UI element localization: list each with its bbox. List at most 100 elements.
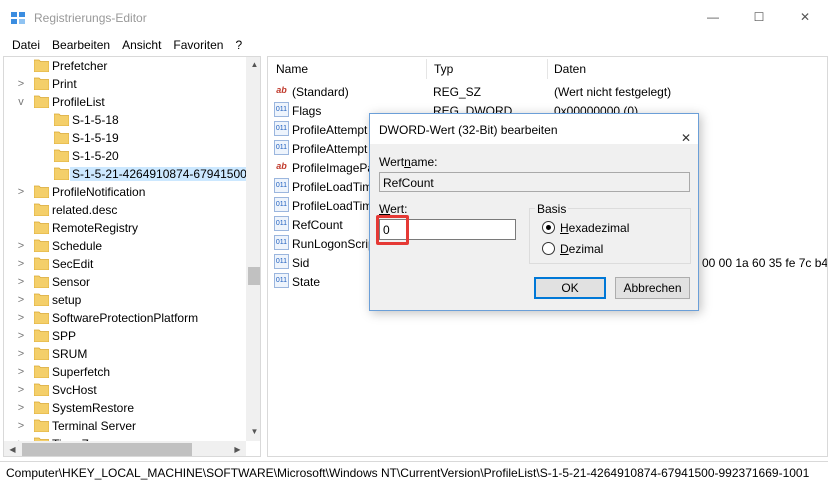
tree-vertical-scrollbar[interactable]: ▲ ▼ bbox=[246, 57, 260, 441]
tree-item[interactable]: > Superfetch bbox=[4, 363, 244, 381]
hexadecimal-radio[interactable] bbox=[542, 221, 555, 234]
folder-icon bbox=[54, 131, 69, 144]
dialog-close-button[interactable]: ✕ bbox=[672, 118, 694, 145]
close-icon: ✕ bbox=[799, 10, 811, 24]
list-row[interactable]: ab (Standard) REG_SZ (Wert nicht festgelegt… bbox=[272, 82, 827, 101]
menu-favoriten[interactable]: Favoriten bbox=[167, 38, 229, 52]
tree-item[interactable]: > SoftwareProtectionPlatform bbox=[4, 309, 244, 327]
value-name: ProfileLoadTim bbox=[292, 199, 373, 213]
tree-item[interactable]: S-1-5-18 bbox=[4, 111, 244, 129]
chevron-right-icon[interactable]: > bbox=[15, 184, 27, 200]
tree-item[interactable]: > SecEdit bbox=[4, 255, 244, 273]
tree-item-label: related.desc bbox=[52, 203, 118, 217]
chevron-right-icon[interactable]: > bbox=[15, 418, 27, 434]
folder-icon bbox=[54, 113, 69, 126]
chevron-right-icon[interactable]: > bbox=[15, 364, 27, 380]
value-data: (Wert nicht festgelegt) bbox=[554, 85, 672, 99]
tree-item[interactable]: S-1-5-21-4264910874-67941500-9 bbox=[4, 165, 260, 183]
tree-item[interactable]: > SPP bbox=[4, 327, 244, 345]
value-name: ProfileLoadTim bbox=[292, 180, 373, 194]
tree-item-label: Schedule bbox=[52, 239, 103, 253]
tree-item-label: SecEdit bbox=[52, 257, 94, 271]
tree-item[interactable]: S-1-5-19 bbox=[4, 129, 244, 147]
chevron-right-icon[interactable]: > bbox=[15, 274, 27, 290]
column-header-data[interactable]: Daten bbox=[554, 62, 586, 76]
tree-item[interactable]: S-1-5-20 bbox=[4, 147, 244, 165]
folder-icon bbox=[34, 203, 49, 216]
menu-help[interactable]: ? bbox=[229, 38, 248, 52]
value-input-highlight bbox=[376, 215, 409, 245]
tree-item[interactable]: > Print bbox=[4, 75, 244, 93]
binary-value-icon: 011 bbox=[274, 178, 289, 193]
scroll-up-icon[interactable]: ▲ bbox=[246, 60, 260, 69]
tree-item-label: S-1-5-21-4264910874-67941500-9 bbox=[70, 167, 260, 181]
chevron-right-icon[interactable]: > bbox=[15, 310, 27, 326]
scroll-left-icon[interactable]: ◀ bbox=[4, 445, 21, 454]
decimal-label[interactable]: Dezimal bbox=[560, 242, 603, 256]
scroll-thumb[interactable] bbox=[22, 443, 192, 456]
folder-icon bbox=[54, 149, 69, 162]
tree-item-label: S-1-5-18 bbox=[72, 113, 119, 127]
chevron-right-icon[interactable]: > bbox=[15, 346, 27, 362]
column-divider[interactable] bbox=[426, 59, 427, 79]
tree-item-label: Superfetch bbox=[52, 365, 111, 379]
menu-bar: Datei Bearbeiten Ansicht Favoriten ? bbox=[0, 34, 828, 56]
tree-item[interactable]: > SvcHost bbox=[4, 381, 244, 399]
tree-item-label: ProfileList bbox=[52, 95, 105, 109]
minimize-button[interactable]: — bbox=[690, 0, 736, 34]
chevron-down-icon[interactable]: v bbox=[15, 94, 27, 110]
binary-value-icon: 011 bbox=[274, 121, 289, 136]
menu-bearbeiten[interactable]: Bearbeiten bbox=[46, 38, 116, 52]
tree-item[interactable]: > Terminal Server bbox=[4, 417, 244, 435]
tree-item-label: Print bbox=[52, 77, 77, 91]
column-header-name[interactable]: Name bbox=[276, 62, 308, 76]
minimize-icon: — bbox=[707, 10, 719, 24]
tree-item[interactable]: > SystemRestore bbox=[4, 399, 244, 417]
chevron-right-icon[interactable]: > bbox=[15, 400, 27, 416]
tree-item[interactable]: > ProfileNotification bbox=[4, 183, 244, 201]
chevron-right-icon[interactable]: > bbox=[15, 256, 27, 272]
close-button[interactable]: ✕ bbox=[782, 0, 828, 34]
menu-datei[interactable]: Datei bbox=[6, 38, 46, 52]
ok-button[interactable]: OK bbox=[534, 277, 606, 299]
value-name-field: RefCount bbox=[379, 172, 690, 192]
basis-groupbox bbox=[529, 208, 691, 264]
title-bar: Registrierungs-Editor — ☐ ✕ bbox=[0, 0, 828, 34]
folder-icon bbox=[34, 59, 49, 72]
chevron-right-icon[interactable]: > bbox=[15, 76, 27, 92]
tree-item[interactable]: > SRUM bbox=[4, 345, 244, 363]
tree-horizontal-scrollbar[interactable]: ◀ ▶ bbox=[4, 441, 246, 456]
chevron-right-icon[interactable]: > bbox=[15, 328, 27, 344]
hexadecimal-label[interactable]: Hexadezimal bbox=[560, 221, 629, 235]
chevron-right-icon[interactable]: > bbox=[15, 382, 27, 398]
tree-item-label: SystemRestore bbox=[52, 401, 135, 415]
scroll-thumb[interactable] bbox=[248, 267, 260, 285]
scroll-right-icon[interactable]: ▶ bbox=[229, 445, 246, 454]
basis-label: Basis bbox=[535, 202, 569, 216]
registry-tree[interactable]: Prefetcher > Print v ProfileList S-1-5-18 S-1-… bbox=[3, 56, 261, 457]
decimal-radio[interactable] bbox=[542, 242, 555, 255]
folder-icon bbox=[34, 77, 49, 90]
tree-item[interactable]: > Sensor bbox=[4, 273, 244, 291]
tree-item[interactable]: related.desc bbox=[4, 201, 244, 219]
value-name: State bbox=[292, 275, 321, 289]
tree-item[interactable]: > Schedule bbox=[4, 237, 244, 255]
binary-value-icon: 011 bbox=[274, 216, 289, 231]
close-icon: ✕ bbox=[681, 131, 692, 145]
dialog-title-bar: DWORD-Wert (32-Bit) bearbeiten ✕ bbox=[370, 114, 698, 145]
menu-ansicht[interactable]: Ansicht bbox=[116, 38, 167, 52]
scroll-down-icon[interactable]: ▼ bbox=[246, 427, 260, 436]
column-header-type[interactable]: Typ bbox=[434, 62, 453, 76]
column-divider[interactable] bbox=[547, 59, 548, 79]
tree-item[interactable]: RemoteRegistry bbox=[4, 219, 244, 237]
tree-item-label: Prefetcher bbox=[52, 59, 108, 73]
tree-item[interactable]: Prefetcher bbox=[4, 57, 244, 75]
tree-item[interactable]: v ProfileList bbox=[4, 93, 244, 111]
chevron-right-icon[interactable]: > bbox=[15, 292, 27, 308]
cancel-button[interactable]: Abbrechen bbox=[615, 277, 690, 299]
folder-icon bbox=[34, 239, 49, 252]
chevron-right-icon[interactable]: > bbox=[15, 238, 27, 254]
maximize-button[interactable]: ☐ bbox=[736, 0, 782, 34]
tree-item[interactable]: > setup bbox=[4, 291, 244, 309]
maximize-icon: ☐ bbox=[753, 10, 765, 24]
